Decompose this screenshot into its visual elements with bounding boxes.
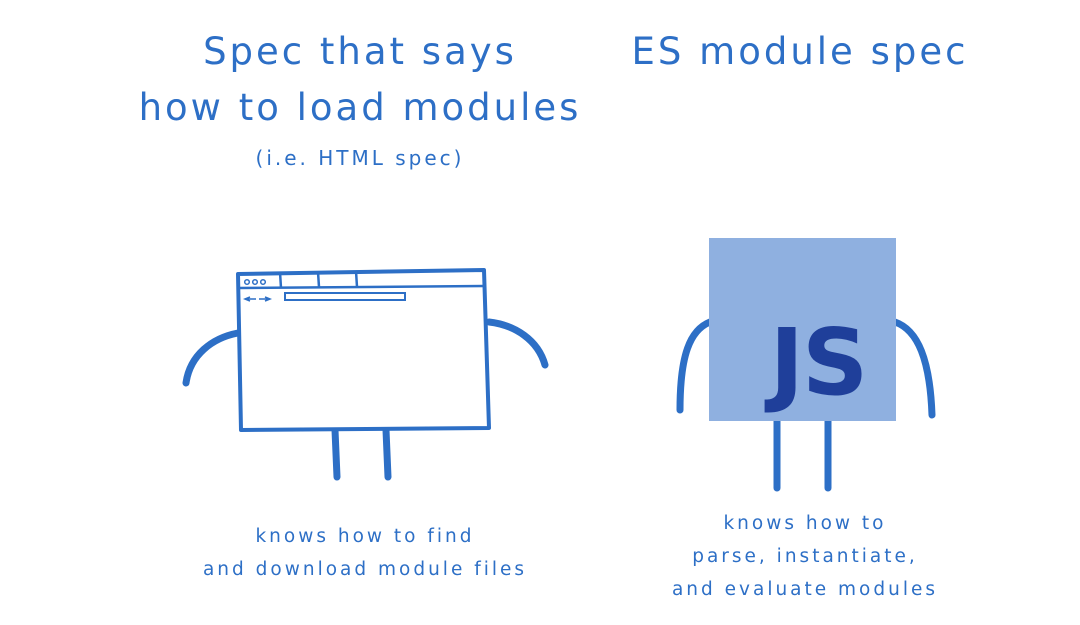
right-caption-line1: knows how to xyxy=(723,513,887,534)
browser-right-leg xyxy=(382,426,392,481)
right-caption-line2: parse, instantiate, xyxy=(692,546,918,567)
browser-window-icon xyxy=(236,268,491,432)
browser-character xyxy=(182,268,549,481)
browser-left-arm xyxy=(182,329,242,387)
js-right-arm xyxy=(891,318,936,419)
browser-left-leg xyxy=(331,426,341,481)
right-caption-line3: and evaluate modules xyxy=(671,579,939,600)
js-character: JS xyxy=(676,238,936,492)
left-caption-line1: knows how to find xyxy=(255,526,475,547)
browser-right-arm xyxy=(485,318,549,369)
js-left-arm xyxy=(676,318,714,414)
left-caption-line2: and download module files xyxy=(202,559,528,580)
js-logo-text: JS xyxy=(764,309,867,416)
js-logo-icon: JS xyxy=(709,238,896,421)
